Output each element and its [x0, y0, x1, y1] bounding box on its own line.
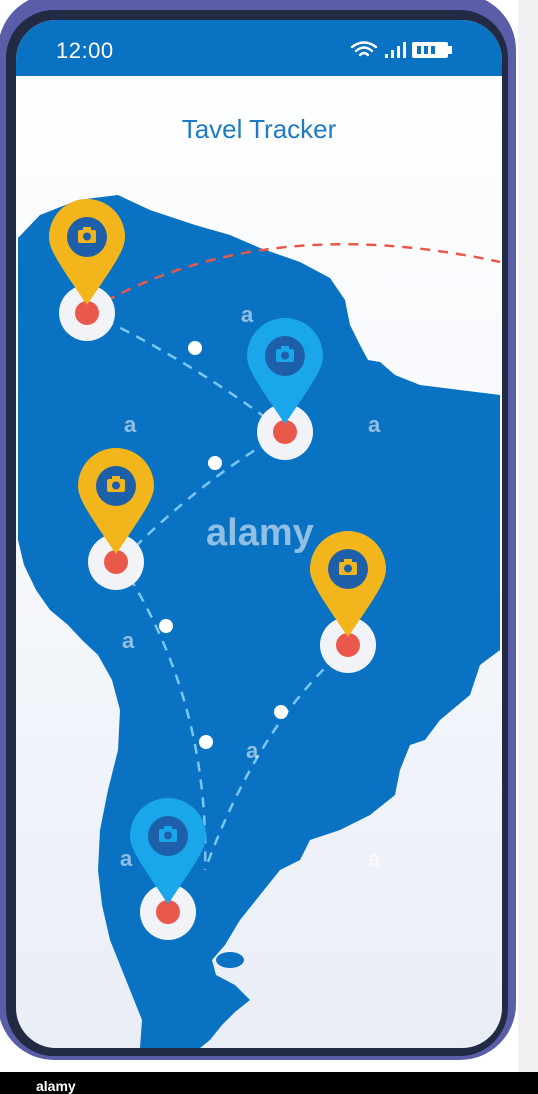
island-shape	[216, 952, 244, 968]
battery-icon	[412, 42, 452, 58]
map-view[interactable]	[16, 20, 502, 1048]
route-dot	[199, 735, 213, 749]
route-dot	[274, 705, 288, 719]
phone-screen: 12:00 Tavel Tracker alamy a a a a a a a	[16, 20, 502, 1048]
status-time: 12:00	[56, 38, 114, 63]
background-strip	[518, 0, 538, 1072]
route-dot	[208, 456, 222, 470]
island-shape	[120, 205, 136, 215]
route-dot	[188, 341, 202, 355]
bottom-bar: alamy	[0, 1072, 538, 1094]
footer-text: alamy	[36, 1078, 76, 1094]
signal-icon	[385, 42, 406, 58]
route-dot	[159, 619, 173, 633]
wifi-icon	[350, 41, 378, 57]
status-bar: 12:00	[16, 20, 502, 76]
app-title: Tavel Tracker	[181, 114, 337, 144]
status-icons	[350, 41, 452, 58]
